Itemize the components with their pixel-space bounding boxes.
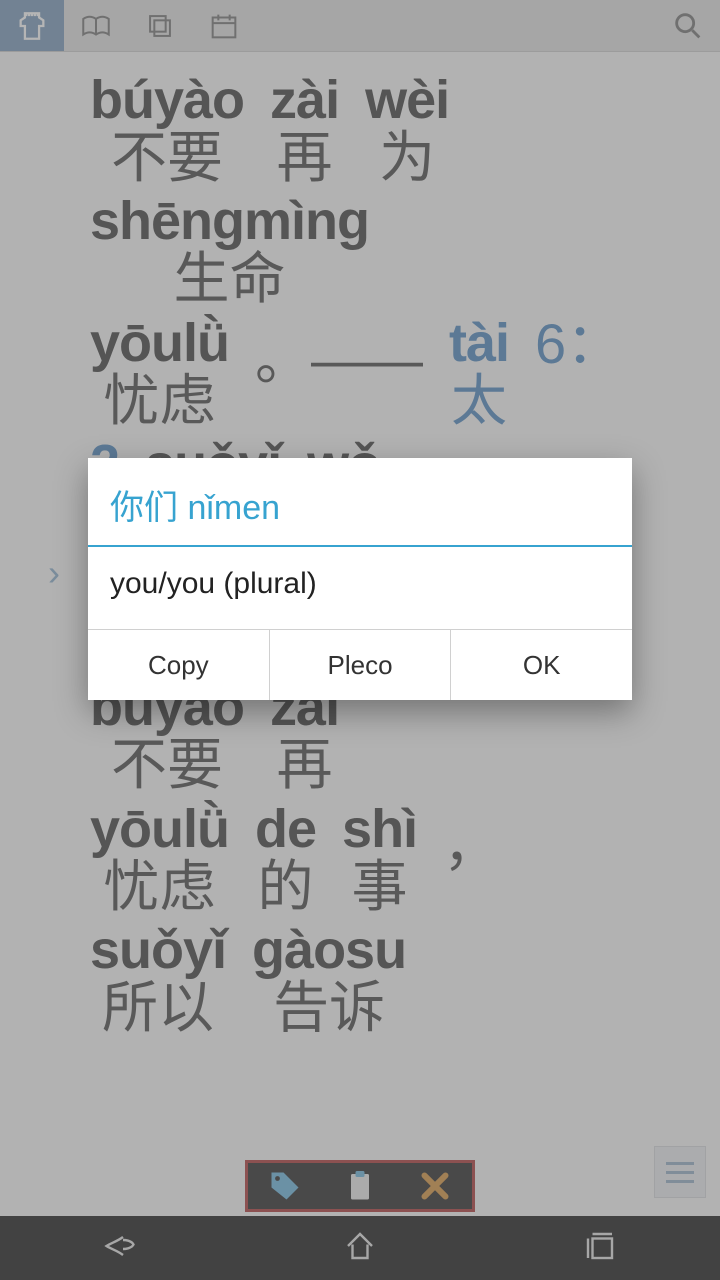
definition-dialog: 你们 nǐmen you/you (plural) Copy Pleco OK bbox=[88, 458, 632, 700]
dialog-title: 你们 nǐmen bbox=[88, 458, 632, 547]
copy-button[interactable]: Copy bbox=[88, 630, 270, 700]
ok-button[interactable]: OK bbox=[451, 630, 632, 700]
dialog-body: you/you (plural) bbox=[88, 547, 632, 629]
dialog-actions: Copy Pleco OK bbox=[88, 629, 632, 700]
pleco-button[interactable]: Pleco bbox=[270, 630, 452, 700]
